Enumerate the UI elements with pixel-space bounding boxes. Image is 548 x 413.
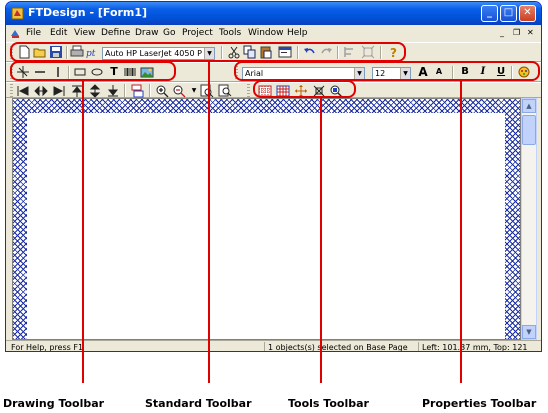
zoom-width-icon[interactable] [218, 84, 232, 98]
first-icon[interactable] [16, 84, 30, 98]
menu-project[interactable]: Project [182, 28, 213, 38]
middle-icon[interactable] [88, 84, 102, 98]
menu-draw[interactable]: Draw [135, 28, 159, 38]
properties-toolbar-label: Properties Toolbar [422, 397, 537, 410]
menu-bar: File Edit View Define Draw Go Project To… [6, 25, 541, 42]
scroll-up-icon[interactable]: ▲ [522, 99, 536, 113]
next-icon[interactable] [52, 84, 66, 98]
menu-help[interactable]: Help [287, 28, 308, 38]
title-bar[interactable]: FTDesign - [Form1] _ □ ✕ [6, 2, 541, 25]
window-title: FTDesign - [Form1] [28, 6, 148, 19]
menu-view[interactable]: View [74, 28, 95, 38]
menu-define[interactable]: Define [101, 28, 130, 38]
toolbar-grip[interactable] [247, 84, 250, 97]
menu-window[interactable]: Window [248, 28, 284, 38]
prev-icon[interactable] [34, 84, 48, 98]
separator [149, 84, 151, 97]
toolbar-grip[interactable] [10, 84, 13, 97]
scroll-down-icon[interactable]: ▼ [522, 325, 536, 339]
properties-callout-line [460, 81, 462, 383]
maximize-button[interactable]: □ [500, 5, 517, 22]
status-selection: 1 objects(s) selected on Base Page [264, 342, 418, 351]
zoom-page-icon[interactable] [200, 84, 214, 98]
app-icon [11, 7, 24, 20]
minimize-button[interactable]: _ [481, 5, 498, 22]
status-help: For Help, press F1 [11, 343, 84, 352]
zoom-in-icon[interactable] [155, 84, 169, 98]
tools-toolbar-label: Tools Toolbar [288, 397, 369, 410]
separator [124, 84, 126, 97]
design-page[interactable] [27, 113, 505, 339]
drawing-toolbar-highlight [10, 61, 176, 81]
chevron-down-icon[interactable]: ▼ [187, 84, 201, 98]
properties-toolbar-highlight [234, 61, 540, 81]
tools-callout-line [320, 98, 322, 383]
standard-callout-line [208, 61, 210, 383]
design-canvas[interactable] [12, 98, 521, 340]
menu-edit[interactable]: Edit [50, 28, 67, 38]
document-icon[interactable] [10, 28, 21, 39]
status-position: Left: 101.37 mm, Top: 121 [418, 342, 541, 351]
vertical-scrollbar[interactable]: ▲ ▼ [521, 98, 537, 340]
menu-go[interactable]: Go [163, 28, 175, 38]
mdi-minimize-button[interactable]: _ [500, 28, 504, 37]
standard-toolbar-label: Standard Toolbar [145, 397, 252, 410]
drawing-callout-line [82, 80, 84, 383]
mdi-restore-button[interactable]: ❐ [513, 28, 520, 37]
standard-toolbar-highlight [10, 42, 406, 62]
scroll-thumb[interactable] [522, 115, 536, 145]
close-button[interactable]: ✕ [519, 5, 536, 22]
menu-file[interactable]: File [26, 28, 41, 38]
page-icon[interactable] [130, 84, 144, 98]
mdi-close-button[interactable]: ✕ [527, 28, 534, 37]
bottom-icon[interactable] [106, 84, 120, 98]
tools-toolbar-highlight [253, 80, 356, 98]
menu-tools[interactable]: Tools [219, 28, 241, 38]
zoom-out-icon[interactable] [172, 84, 186, 98]
drawing-toolbar-label: Drawing Toolbar [3, 397, 105, 410]
